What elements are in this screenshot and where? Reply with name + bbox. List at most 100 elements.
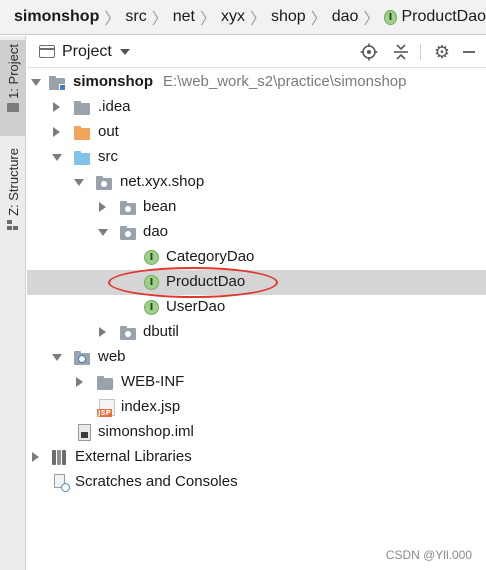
settings-button[interactable]: ⚙ [432,42,452,62]
tree-row-net-xyx-shop[interactable]: net.xyx.shop [27,170,486,195]
breadcrumb-separator: 〉 [104,11,121,28]
tree-row-idea[interactable]: .idea [27,95,486,120]
tree-row-simonshop[interactable]: simonshop E:\web_work_s2\practice\simonsh… [27,70,486,95]
breadcrumb-separator: 〉 [249,11,266,28]
folder-icon [7,102,19,112]
iml-file-icon [78,424,91,441]
locate-file-button[interactable] [359,42,379,62]
tree-label: dao [143,223,169,240]
tree-row-web-inf[interactable]: WEB-INF [27,370,486,395]
tab-structure[interactable]: Z: Structure [0,148,26,252]
breadcrumb-item-shop[interactable]: shop [271,8,306,26]
chevron-down-icon[interactable] [74,179,84,186]
tree-label: out [98,123,119,140]
tool-window-strip: 1: Project Z: Structure [0,36,26,570]
jsp-badge: JSP [97,409,112,417]
tab-project[interactable]: 1: Project [0,40,26,136]
tree-label: src [98,148,118,165]
breadcrumb-separator: 〉 [151,11,168,28]
tree-label: web [98,348,126,365]
tree-row-dbutil[interactable]: dbutil [27,320,486,345]
breadcrumb-item-productdao[interactable]: ProductDao [402,8,486,26]
tree-row-out[interactable]: out [27,120,486,145]
tab-project-label: 1: Project [5,44,21,99]
scratches-icon [52,474,70,492]
tree-label: bean [143,198,177,215]
breadcrumb-item-src[interactable]: src [125,8,146,26]
tree-label: .idea [98,98,131,115]
tree-label: simonshop.iml [98,423,194,440]
tree-label: CategoryDao [166,248,255,265]
interface-icon: I [144,275,159,290]
tree-row-src[interactable]: src [27,145,486,170]
watermark: CSDN @Yll.000 [385,548,472,562]
web-folder-icon [74,351,90,365]
tree-label: dbutil [143,323,179,340]
tree-row-simonshop-iml[interactable]: simonshop.iml [27,420,486,445]
gear-icon: ⚙ [433,41,451,62]
package-icon [120,326,136,340]
breadcrumb-separator: 〉 [199,11,216,28]
breadcrumb-item-simonshop[interactable]: simonshop [14,8,99,26]
breadcrumb: simonshop 〉 src 〉 net 〉 xyx 〉 shop 〉 dao… [0,0,486,35]
project-view-icon [39,45,55,58]
breadcrumb-item-xyx[interactable]: xyx [221,8,245,26]
collapse-all-icon [394,44,408,60]
hide-panel-button[interactable] [459,42,479,62]
folder-icon [97,376,113,390]
tree-label: simonshop [73,73,154,90]
chevron-right-icon[interactable] [53,102,60,112]
package-icon [96,176,112,190]
package-icon [120,226,136,240]
tree-label: index.jsp [121,398,181,415]
project-panel-header: Project ⚙ [27,36,486,68]
interface-icon: I [384,9,397,25]
chevron-right-icon[interactable] [99,202,106,212]
breadcrumb-item-dao[interactable]: dao [332,8,359,26]
tree-row-userdao[interactable]: I UserDao [27,295,486,320]
chevron-right-icon[interactable] [76,377,83,387]
tree-row-dao[interactable]: dao [27,220,486,245]
toolbar-divider [420,44,421,60]
jsp-file-icon: JSP [97,399,115,417]
tree-row-productdao[interactable]: I ProductDao [27,270,486,295]
source-folder-icon [74,151,90,165]
tree-row-index-jsp[interactable]: JSP index.jsp [27,395,486,420]
tree-row-scratches[interactable]: Scratches and Consoles [27,470,486,495]
chevron-down-icon[interactable] [31,79,41,86]
tree-label: External Libraries [75,448,192,465]
breadcrumb-separator: 〉 [363,11,380,28]
interface-icon: I [144,250,159,265]
tree-label: ProductDao [166,273,246,290]
excluded-folder-icon [74,126,90,140]
collapse-all-button[interactable] [391,42,411,62]
chevron-down-icon[interactable] [52,354,62,361]
minimize-icon [463,51,475,53]
tree-row-bean[interactable]: bean [27,195,486,220]
folder-icon [74,101,90,115]
crosshair-icon [360,43,378,61]
tree-label: UserDao [166,298,226,315]
project-view-selector[interactable]: Project [62,43,112,61]
breadcrumb-item-net[interactable]: net [173,8,195,26]
libraries-icon [52,450,68,465]
chevron-down-icon[interactable] [52,154,62,161]
tab-structure-label: Z: Structure [5,148,21,216]
tree-label: Scratches and Consoles [75,473,238,490]
tree-label: WEB-INF [121,373,185,390]
chevron-down-icon[interactable] [98,229,108,236]
tree-row-categorydao[interactable]: I CategoryDao [27,245,486,270]
chevron-down-icon[interactable] [119,48,130,55]
tree-label: net.xyx.shop [120,173,205,190]
package-icon [120,201,136,215]
chevron-right-icon[interactable] [53,127,60,137]
chevron-right-icon[interactable] [32,452,39,462]
breadcrumb-separator: 〉 [310,11,327,28]
chevron-right-icon[interactable] [99,327,106,337]
interface-icon: I [144,300,159,315]
tree-row-label-group: simonshop E:\web_work_s2\practice\simonsh… [73,73,406,90]
module-folder-icon [49,76,66,91]
tree-row-web[interactable]: web [27,345,486,370]
tree-row-external-libraries[interactable]: External Libraries [27,445,486,470]
module-path: E:\web_work_s2\practice\simonshop [163,73,407,90]
